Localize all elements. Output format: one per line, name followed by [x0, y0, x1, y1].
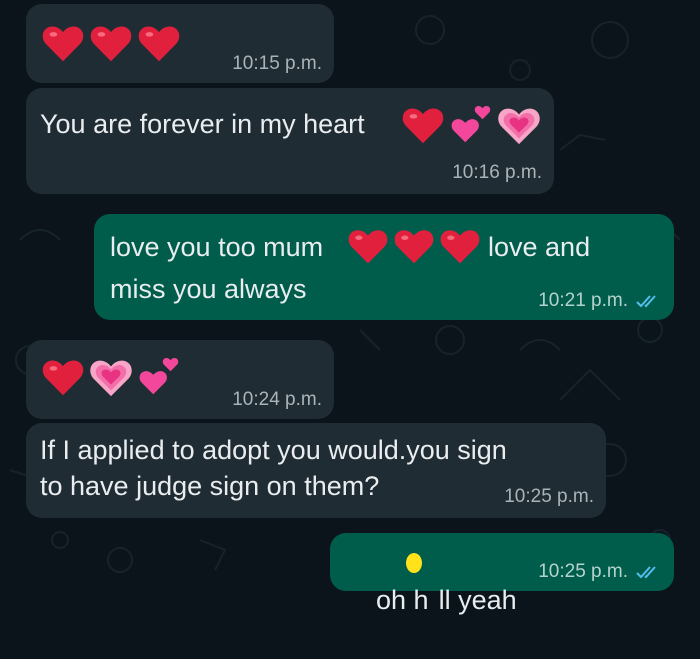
growing-heart-icon: [90, 360, 132, 397]
message-meta: 10:21 p.m.: [538, 290, 660, 312]
message-text-part: ll yeah: [438, 585, 517, 615]
double-check-icon: [636, 295, 656, 308]
message-text: love and: [488, 232, 591, 262]
emoji-row: [400, 102, 542, 148]
red-heart-icon: [42, 26, 84, 62]
two-hearts-icon: [139, 357, 179, 395]
red-heart-icon: [348, 230, 388, 264]
red-heart-icon: [90, 26, 132, 62]
message-time: 10:24 p.m.: [232, 389, 322, 410]
emoji-row: [40, 354, 182, 400]
message-time: 10:21 p.m.: [538, 290, 628, 311]
message-text: miss you always: [110, 274, 307, 304]
message-meta: 10:16 p.m.: [452, 162, 542, 184]
growing-heart-icon: [498, 108, 540, 145]
message-meta: 10:25 p.m.: [538, 561, 660, 583]
message-time: 10:25 p.m.: [504, 486, 594, 507]
message-text: love you too mum: [110, 232, 324, 262]
message-text: If I applied to adopt you would.you sign: [40, 435, 507, 465]
emoji-row: [40, 20, 182, 66]
message-text: to have judge sign on them?: [40, 471, 380, 501]
message-bubble-incoming[interactable]: If I applied to adopt you would.you sign…: [26, 423, 606, 518]
message-meta: 10:24 p.m.: [232, 389, 322, 411]
message-meta: 10:15 p.m.: [232, 53, 322, 75]
red-heart-icon: [42, 360, 84, 396]
two-hearts-icon: [451, 105, 491, 143]
message-text: oh h ll yeah: [346, 542, 517, 659]
yellow-redaction-blot: [406, 553, 422, 573]
message-text: You are forever in my heart: [40, 109, 365, 139]
message-time: 10:25 p.m.: [538, 561, 628, 582]
message-bubble-incoming[interactable]: 10:15 p.m.: [26, 4, 334, 83]
message-time: 10:16 p.m.: [452, 162, 542, 183]
red-heart-icon: [440, 230, 480, 264]
emoji-row: [346, 224, 482, 268]
red-heart-icon: [402, 108, 444, 144]
message-meta: 10:25 p.m.: [504, 486, 594, 508]
message-bubble-outgoing[interactable]: love you too mum love and miss you alway…: [94, 214, 674, 320]
double-check-icon: [636, 566, 656, 579]
red-heart-icon: [394, 230, 434, 264]
message-bubble-incoming[interactable]: 10:24 p.m.: [26, 340, 334, 419]
message-bubble-outgoing[interactable]: oh h ll yeah 10:25 p.m.: [330, 533, 674, 615]
red-heart-icon: [138, 26, 180, 62]
message-time: 10:15 p.m.: [232, 53, 322, 74]
message-bubble-incoming[interactable]: You are forever in my heart 10:16 p.m.: [26, 88, 554, 194]
message-text-part: oh h: [376, 585, 429, 615]
